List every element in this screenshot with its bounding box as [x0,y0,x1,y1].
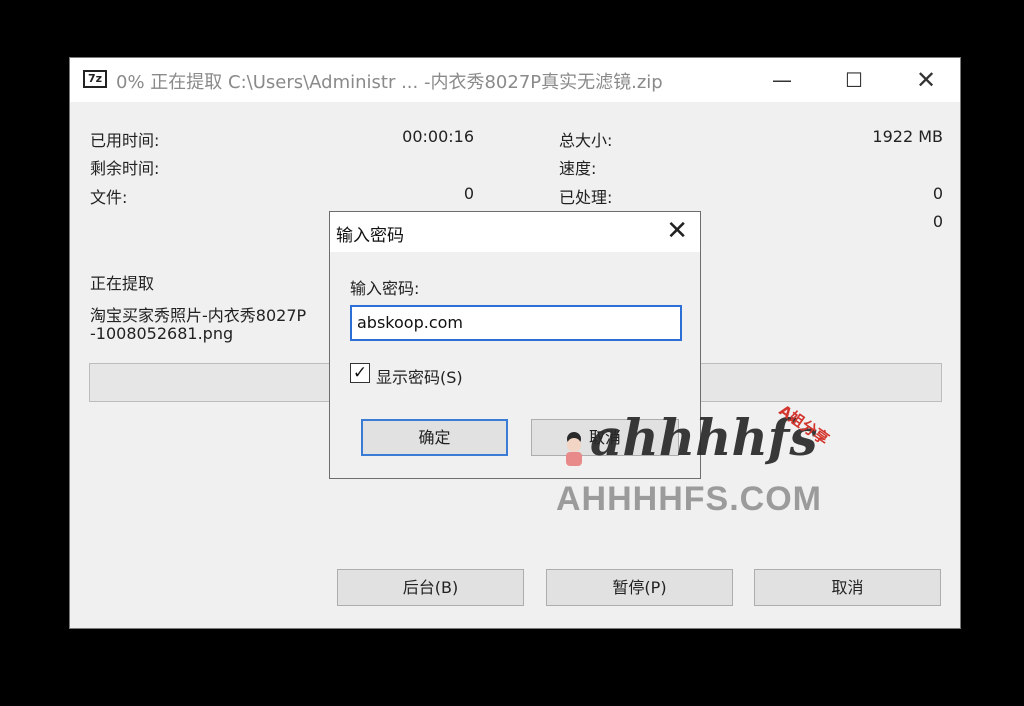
password-input[interactable]: abskoop.com [350,305,682,341]
speed-label: 速度: [559,159,597,178]
7zip-app-icon: 7z [83,70,107,88]
close-button[interactable]: ✕ [890,58,962,102]
elapsed-time-label: 已用时间: [90,131,160,150]
processed-label: 已处理: [559,188,613,207]
show-password-label: 显示密码(S) [376,368,463,387]
remaining-time-label: 剩余时间: [90,159,160,178]
dialog-close-icon[interactable]: ✕ [666,216,688,246]
window-title: 0% 正在提取 C:\Users\Administr ... -内衣秀8027P… [116,72,663,93]
show-password-checkbox[interactable]: ✓ [350,363,370,383]
processed-value: 0 [932,184,943,203]
watermark-domain: AHHHHFS.COM [556,480,822,518]
watermark-avatar-icon [566,432,582,466]
total-size-label: 总大小: [559,131,613,150]
current-file-line1: 淘宝买家秀照片-内衣秀8027P [90,306,307,325]
extracting-heading: 正在提取 [90,274,155,293]
pause-button[interactable]: 暂停(P) [546,569,733,606]
dialog-title-bar[interactable]: 输入密码 ✕ [330,212,700,252]
elapsed-time-value: 00:00:16 [402,127,474,146]
ok-button[interactable]: 确定 [361,419,508,456]
password-prompt: 输入密码: [350,279,420,298]
files-label: 文件: [90,188,128,207]
compressed-size-value: 0 [932,212,943,231]
minimize-button[interactable]: — [746,58,818,102]
background-button[interactable]: 后台(B) [337,569,524,606]
dialog-title: 输入密码 [336,226,404,246]
title-bar[interactable]: 7z 0% 正在提取 C:\Users\Administr ... -内衣秀80… [70,58,960,102]
cancel-button[interactable]: 取消 [754,569,941,606]
maximize-button[interactable]: ☐ [818,58,890,102]
current-file-line2: -1008052681.png [90,324,234,343]
files-value: 0 [463,184,474,203]
total-size-value: 1922 MB [872,127,943,146]
